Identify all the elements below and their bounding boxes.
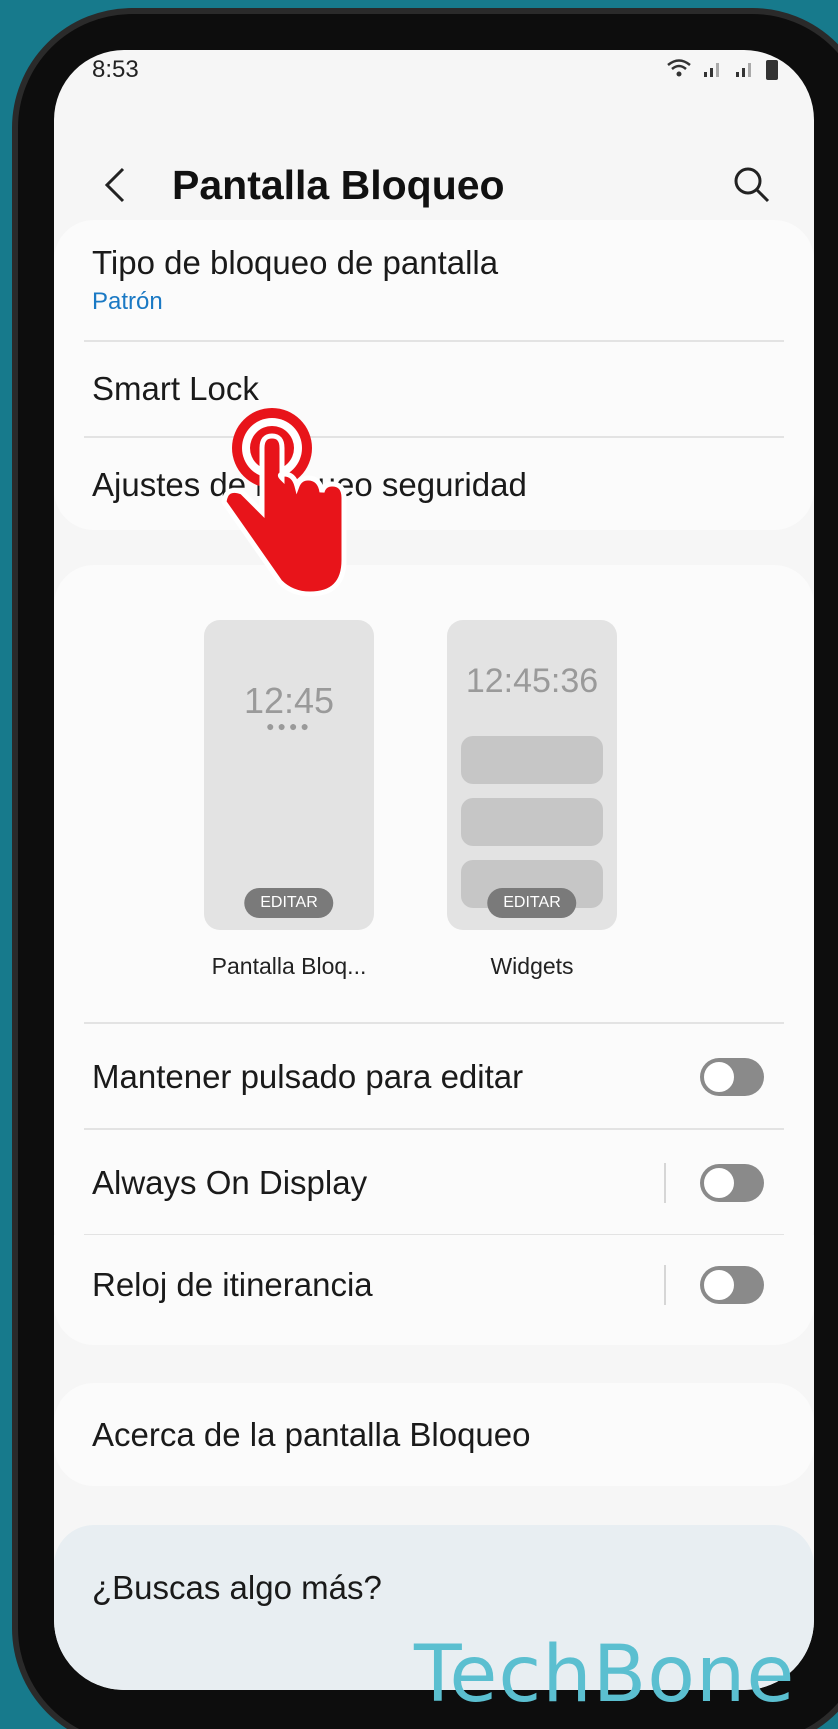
toggle-label: Always On Display <box>92 1163 368 1201</box>
lock-type-label: Tipo de bloqueo de pantalla <box>92 244 499 281</box>
toggle-switch[interactable] <box>700 1057 764 1096</box>
edit-button[interactable]: EDITAR <box>244 888 334 918</box>
dots-indicator: ●●●● <box>266 718 312 734</box>
back-icon <box>104 167 125 203</box>
search-button[interactable] <box>730 163 774 207</box>
smart-lock-row[interactable]: Smart Lock <box>54 342 814 436</box>
wifi-icon <box>666 58 692 83</box>
back-button[interactable] <box>94 165 134 205</box>
toggle-switch[interactable] <box>700 1163 764 1202</box>
lockscreen-card: 12:45 ●●●● EDITAR Pantalla Bloq... 12:45… <box>54 565 814 1265</box>
divider <box>84 1128 784 1130</box>
about-label: Acerca de la pantalla Bloqueo <box>92 1415 531 1453</box>
about-card: Acerca de la pantalla Bloqueo <box>54 1383 814 1486</box>
toggle-row[interactable]: Always On Display <box>54 1131 814 1234</box>
security-settings-row[interactable]: Ajustes de bloqueo seguridad <box>54 438 814 532</box>
search-icon <box>734 167 770 203</box>
preview-label: Pantalla Bloq... <box>211 953 367 979</box>
preview-time: 12:45:36 <box>465 662 599 700</box>
page-title: Pantalla Bloqueo <box>172 161 505 208</box>
widgets-preview[interactable]: 12:45:36 EDITAR <box>447 620 617 930</box>
edit-button[interactable]: EDITAR <box>487 888 577 918</box>
screen: 8:53 Pantalla Bloqueo Tipo de bloqueo de… <box>54 50 814 1690</box>
toggle-row[interactable]: Reloj de itinerancia <box>54 1235 814 1335</box>
toggle-switch[interactable] <box>700 1266 764 1304</box>
preview-time: 12:45 <box>243 680 335 721</box>
lock-type-value: Patrón <box>92 288 163 315</box>
toggle-label: Reloj de itinerancia <box>92 1266 373 1303</box>
status-bar: 8:53 <box>54 50 814 90</box>
suggestions-label: ¿Buscas algo más? <box>92 1568 382 1606</box>
separator <box>664 1162 666 1203</box>
tap-hand-icon <box>221 408 347 597</box>
about-row[interactable]: Acerca de la pantalla Bloqueo <box>54 1383 814 1486</box>
toggle-label: Mantener pulsado para editar <box>92 1057 524 1095</box>
battery-icon <box>766 60 778 80</box>
security-card: Tipo de bloqueo de pantalla Patrón Smart… <box>54 220 814 530</box>
widget-placeholder <box>461 736 603 784</box>
toggle-row[interactable]: Mantener pulsado para editar <box>54 1025 814 1128</box>
app-header: Pantalla Bloqueo <box>54 140 814 230</box>
signal-icon <box>734 58 756 83</box>
divider <box>84 1022 784 1024</box>
watermark-logo: TechBone <box>414 1630 796 1720</box>
separator <box>664 1265 666 1305</box>
lockscreen-card-bottom: Reloj de itinerancia <box>54 1235 814 1345</box>
preview-label: Widgets <box>490 953 574 979</box>
signal-icon <box>702 58 724 83</box>
lockscreen-preview[interactable]: 12:45 ●●●● EDITAR <box>204 620 374 930</box>
lock-type-row[interactable]: Tipo de bloqueo de pantalla Patrón <box>54 220 814 340</box>
widget-placeholder <box>461 798 603 846</box>
status-time: 8:53 <box>92 56 139 83</box>
